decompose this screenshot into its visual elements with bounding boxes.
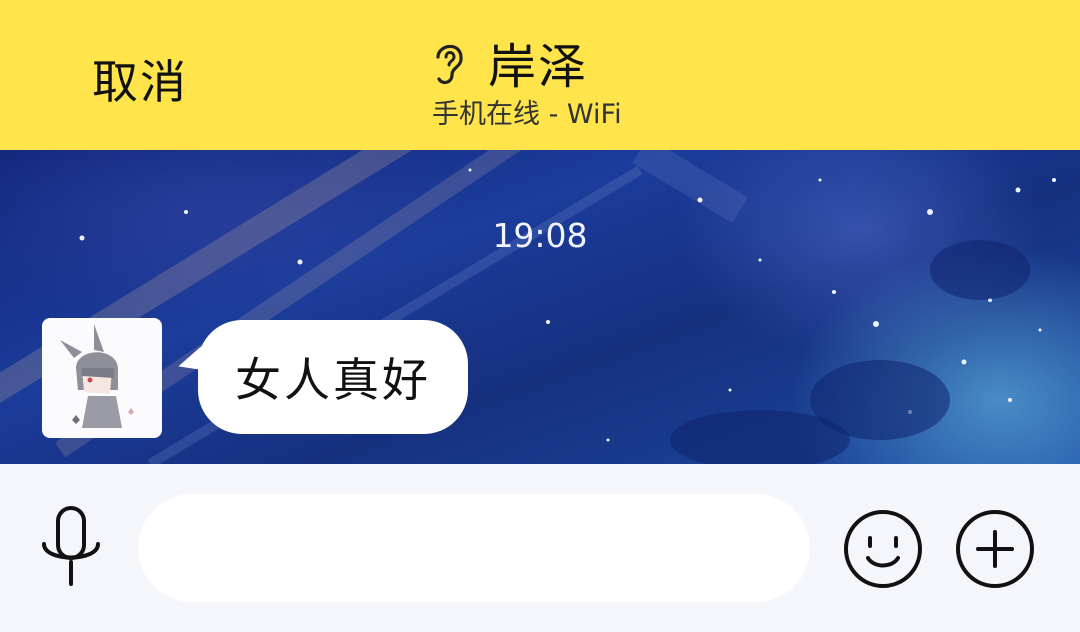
- chat-area[interactable]: 19:08 女人真好: [0, 150, 1080, 464]
- microphone-icon[interactable]: [38, 506, 104, 588]
- anime-girl-avatar: [60, 324, 134, 428]
- message-input[interactable]: [138, 494, 810, 602]
- emoji-icon[interactable]: [842, 508, 924, 590]
- chat-header: 取消 岸泽 手机在线 - WiFi: [0, 0, 1080, 150]
- avatar[interactable]: [42, 318, 162, 438]
- ear-icon: [436, 44, 463, 85]
- cancel-button[interactable]: 取消: [92, 46, 188, 112]
- contact-name: 岸泽: [488, 39, 589, 95]
- message-timestamp: 19:08: [492, 216, 588, 255]
- contact-title[interactable]: 岸泽: [428, 34, 588, 95]
- message-bubble[interactable]: 女人真好: [198, 320, 468, 434]
- starry-background: [0, 150, 1056, 464]
- online-status: 手机在线 - WiFi: [432, 99, 622, 130]
- plus-icon[interactable]: [954, 508, 1036, 590]
